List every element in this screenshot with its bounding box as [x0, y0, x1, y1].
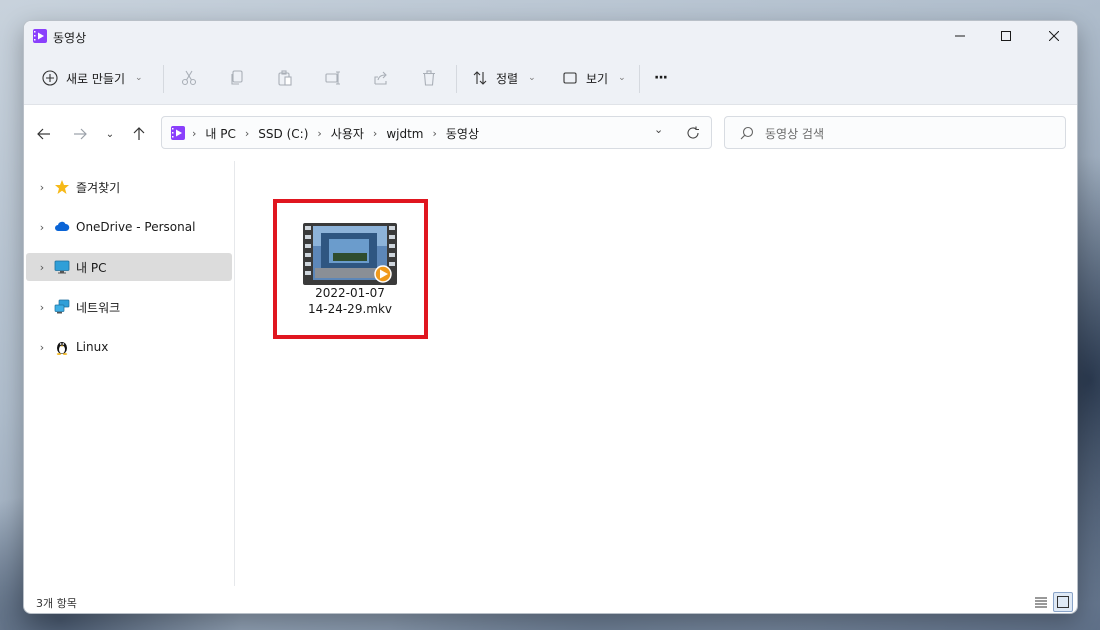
status-bar: 3개 항목 [24, 589, 1077, 613]
sidebar-item-label: Linux [76, 340, 109, 354]
sidebar-item-label: 내 PC [76, 260, 107, 275]
maximize-button[interactable] [983, 21, 1029, 51]
arrow-right-icon [74, 128, 87, 140]
sidebar-item-label: 즐겨찾기 [76, 180, 121, 195]
tiles-icon [1057, 596, 1069, 608]
chevron-right-icon[interactable]: › [30, 221, 54, 234]
cut-button[interactable] [178, 67, 200, 89]
paste-button[interactable] [274, 67, 296, 89]
sidebar-item-label: OneDrive - Personal [76, 220, 196, 234]
penguin-icon [54, 339, 70, 355]
sort-icon [473, 71, 487, 85]
rename-button[interactable] [322, 67, 344, 89]
chevron-right-icon: › [432, 127, 437, 140]
view-button[interactable]: 보기 ⌄ [562, 67, 626, 89]
up-button[interactable] [128, 123, 150, 145]
title-bar: 동영상 [24, 21, 1077, 51]
forward-button[interactable] [69, 123, 91, 145]
search-input[interactable]: 동영상 검색 [724, 116, 1066, 149]
close-icon [1049, 31, 1059, 41]
chevron-down-icon: ⌄ [105, 128, 115, 140]
share-button[interactable] [370, 67, 392, 89]
more-icon: ··· [654, 70, 668, 86]
details-view-button[interactable] [1031, 592, 1051, 612]
chevron-down-icon: ⌄ [528, 73, 536, 83]
toolbar-divider [639, 65, 640, 93]
clipboard-icon [278, 70, 292, 86]
sort-button[interactable]: 정렬 ⌄ [472, 67, 536, 89]
new-button-label: 새로 만들기 [66, 71, 126, 86]
address-dropdown-button[interactable]: ⌄ [654, 123, 663, 136]
videos-folder-icon [171, 126, 185, 140]
address-bar[interactable]: › 내 PC › SSD (C:) › 사용자 › wjdtm › 동영상 ⌄ [161, 116, 712, 149]
sort-label: 정렬 [496, 71, 519, 86]
chevron-right-icon[interactable]: › [30, 341, 54, 354]
sidebar-item-linux[interactable]: › Linux [26, 333, 232, 361]
navigation-bar: ⌄ › 내 PC › SSD (C:) › 사용자 › wjdtm › 동영상 … [24, 105, 1077, 161]
chevron-right-icon[interactable]: › [30, 301, 54, 314]
view-label: 보기 [586, 71, 609, 86]
share-icon [374, 71, 387, 85]
file-explorer-window: 동영상 새로 만들기 ⌄ 정렬 ⌄ 보기 ⌄ ··· ⌄ › 내 PC › SS… [23, 20, 1078, 614]
sidebar-item-network[interactable]: › 네트워크 [26, 293, 232, 321]
recent-locations-button[interactable]: ⌄ [99, 123, 121, 145]
window-title: 동영상 [53, 31, 87, 45]
large-icons-view-button[interactable] [1053, 592, 1073, 612]
list-icon [1035, 597, 1047, 608]
chevron-right-icon: › [244, 127, 250, 140]
breadcrumb-item[interactable]: 내 PC [205, 125, 235, 142]
navigation-pane: › 즐겨찾기 › OneDrive - Personal › 내 PC › 네트… [24, 161, 234, 586]
chevron-down-icon: ⌄ [135, 73, 143, 83]
more-options-button[interactable]: ··· [654, 67, 668, 89]
new-button[interactable]: 새로 만들기 ⌄ [42, 67, 143, 89]
chevron-right-icon: › [192, 127, 197, 140]
plus-circle-icon [42, 70, 58, 86]
breadcrumb: › 내 PC › SSD (C:) › 사용자 › wjdtm › 동영상 [192, 125, 479, 142]
monitor-icon [54, 259, 70, 275]
minimize-icon [955, 35, 965, 37]
sidebar-item-this-pc[interactable]: › 내 PC [26, 253, 232, 281]
toolbar-divider [163, 65, 164, 93]
scissors-icon [181, 70, 197, 86]
breadcrumb-item[interactable]: 사용자 [331, 125, 364, 142]
minimize-button[interactable] [937, 21, 983, 51]
chevron-down-icon: ⌄ [618, 73, 626, 83]
arrow-up-icon [133, 127, 145, 140]
item-count: 3개 항목 [36, 597, 77, 610]
copy-button[interactable] [226, 67, 248, 89]
refresh-icon[interactable] [686, 126, 700, 140]
back-button[interactable] [33, 123, 55, 145]
command-bar: 새로 만들기 ⌄ 정렬 ⌄ 보기 ⌄ ··· [24, 51, 1077, 105]
view-icon [563, 72, 577, 84]
delete-button[interactable] [418, 67, 440, 89]
chevron-right-icon: › [372, 127, 378, 140]
network-icon [54, 299, 70, 315]
search-placeholder: 동영상 검색 [765, 127, 825, 141]
breadcrumb-item[interactable]: 동영상 [446, 125, 479, 142]
arrow-left-icon [37, 128, 50, 140]
star-icon [54, 179, 70, 195]
sidebar-item-favorites[interactable]: › 즐겨찾기 [26, 173, 232, 201]
rename-icon [325, 71, 340, 85]
copy-icon [231, 70, 243, 85]
pane-divider[interactable] [234, 161, 235, 586]
close-button[interactable] [1031, 21, 1077, 51]
chevron-right-icon[interactable]: › [30, 261, 54, 274]
cloud-icon [54, 219, 70, 235]
sidebar-item-label: 네트워크 [76, 300, 121, 315]
breadcrumb-item[interactable]: wjdtm [386, 127, 423, 141]
maximize-icon [1001, 31, 1011, 41]
sidebar-item-onedrive[interactable]: › OneDrive - Personal [26, 213, 232, 241]
videos-folder-icon [33, 29, 47, 43]
chevron-right-icon[interactable]: › [30, 181, 54, 194]
search-icon [740, 126, 754, 140]
trash-icon [423, 70, 435, 86]
toolbar-divider [456, 65, 457, 93]
chevron-right-icon: › [317, 127, 322, 140]
breadcrumb-item[interactable]: SSD (C:) [258, 127, 308, 141]
highlight-annotation [273, 199, 428, 339]
